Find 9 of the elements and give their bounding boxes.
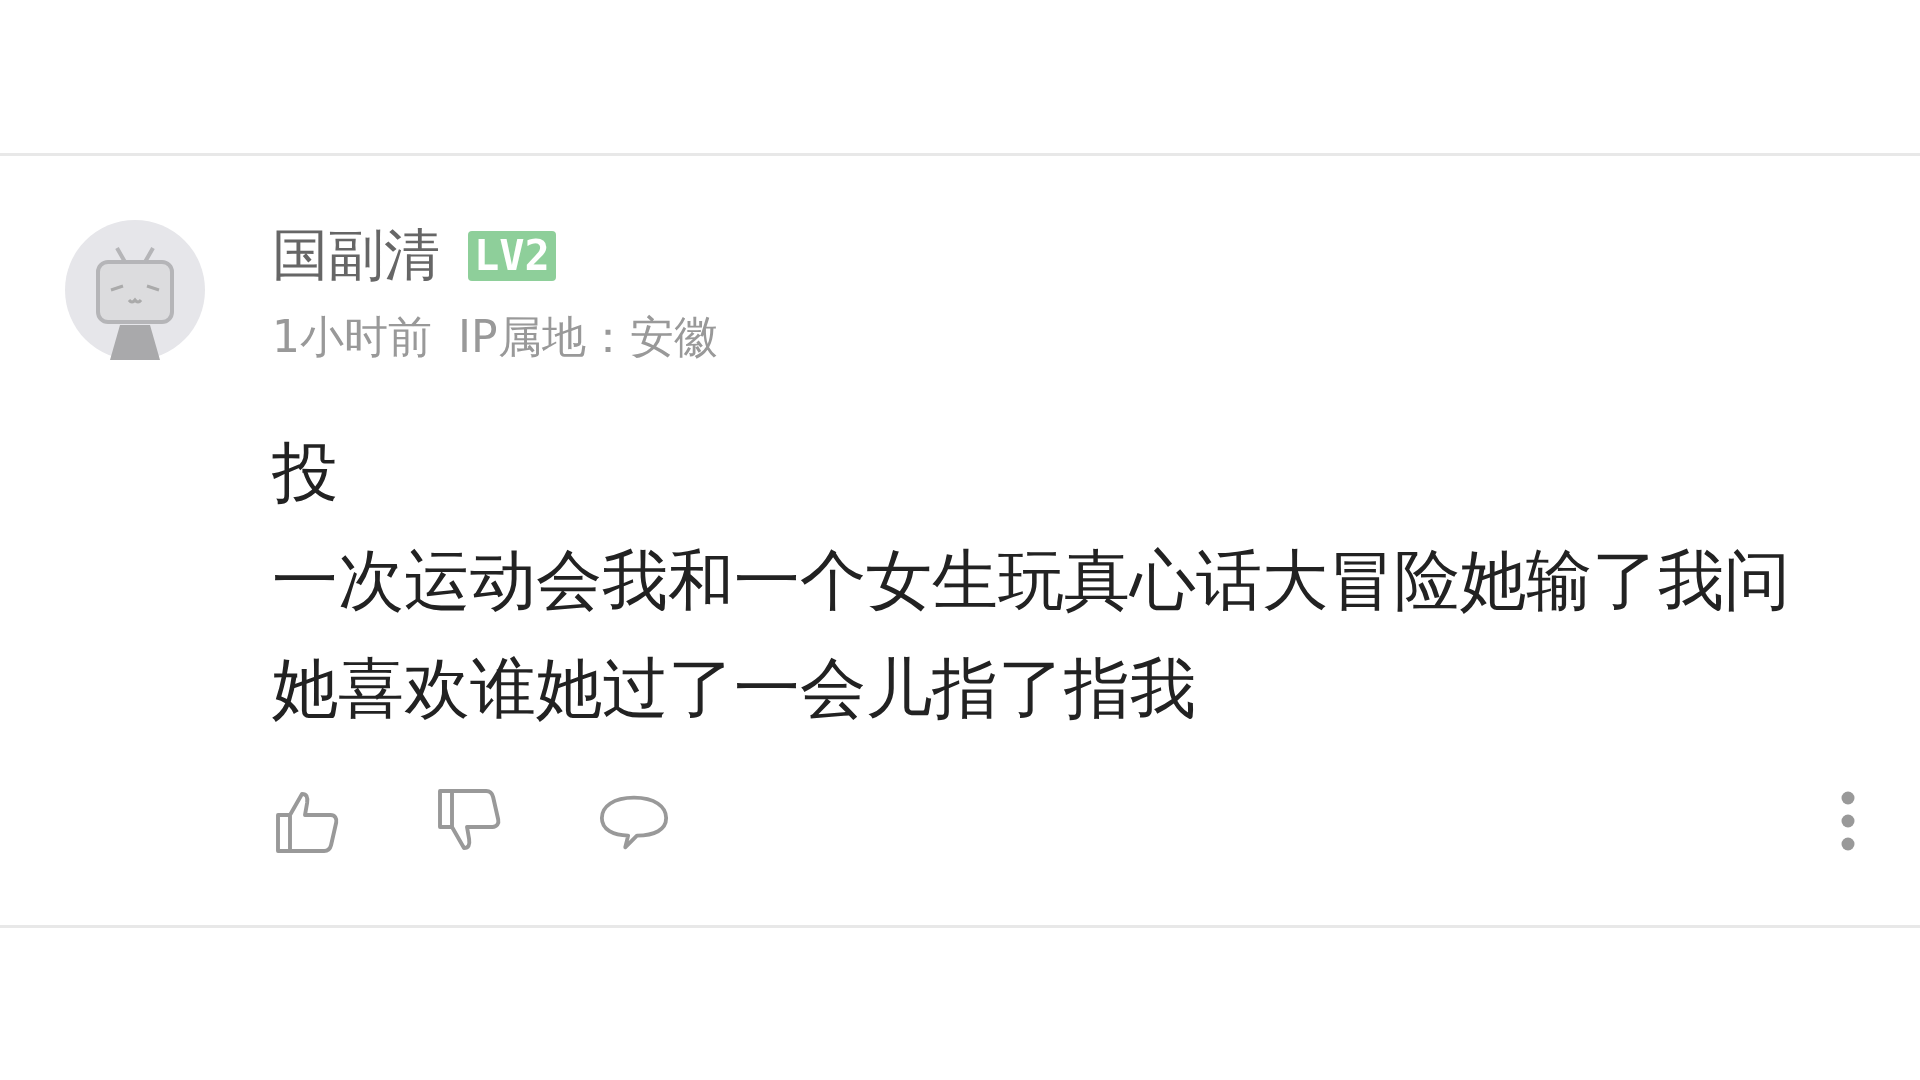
comment-time: 1小时前: [272, 310, 432, 364]
avatar-icon[interactable]: [65, 220, 205, 360]
level-badge: LV2: [468, 231, 556, 281]
ip-location: IP属地：安徽: [458, 310, 718, 364]
comment-text: 投: [272, 433, 339, 513]
username[interactable]: 国副清: [272, 218, 440, 294]
more-icon: [1840, 790, 1856, 852]
comment-text: 一次运动会我和一个女生玩真心话大冒险她输了我问她喜欢谁她过了一会儿指了指我: [272, 541, 1791, 729]
more-button[interactable]: [1840, 790, 1856, 852]
